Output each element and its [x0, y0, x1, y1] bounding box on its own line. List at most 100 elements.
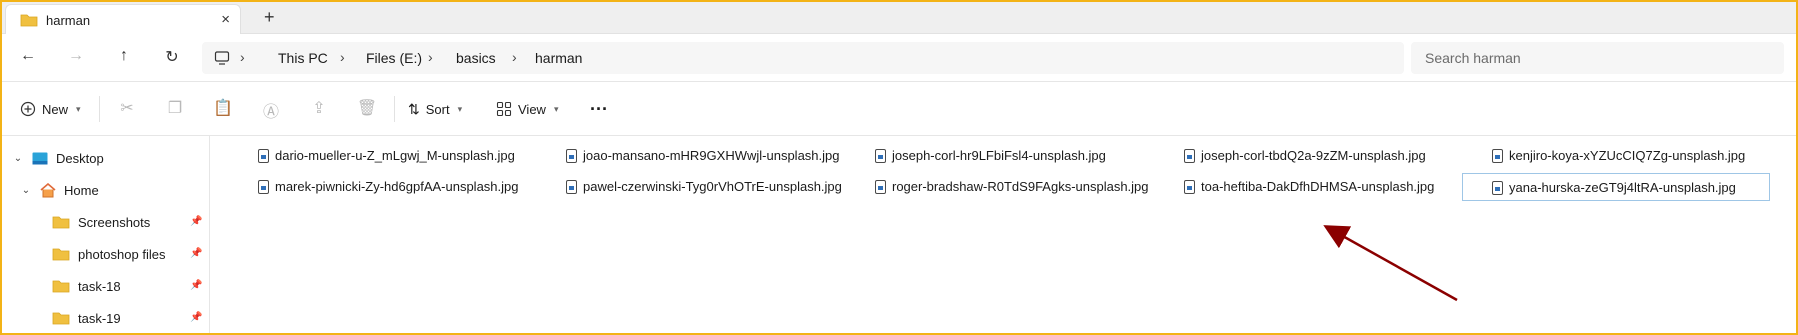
folder-icon: [52, 248, 70, 261]
address-bar[interactable]: › This PC › Files (E:) › basics › harman: [202, 42, 1404, 74]
back-button[interactable]: ←: [17, 47, 39, 69]
file-name: kenjiro-koya-xYZUcCIQ7Zg-unsplash.jpg: [1509, 148, 1746, 163]
sidebar-item-desktop[interactable]: ⌄ Desktop: [12, 146, 104, 170]
folder-icon: [52, 280, 70, 293]
sidebar-item-screenshots[interactable]: Screenshots: [52, 210, 150, 234]
file-name: pawel-czerwinski-Tyg0rVhOTrE-unsplash.jp…: [583, 179, 842, 194]
folder-icon: [20, 14, 38, 27]
breadcrumb-separator: ›: [240, 49, 245, 65]
tab-title: harman: [46, 13, 91, 28]
delete-icon[interactable]: 🗑: [356, 98, 378, 120]
breadcrumb-files-e[interactable]: Files (E:): [366, 50, 422, 66]
breadcrumb-harman[interactable]: harman: [535, 50, 582, 66]
file-item[interactable]: joseph-corl-tbdQ2a-9zZM-unsplash.jpg: [1137, 142, 1445, 170]
pin-icon: 📌: [190, 312, 203, 323]
image-file-icon: [566, 149, 577, 163]
file-item[interactable]: joseph-corl-hr9LFbiFsl4-unsplash.jpg: [828, 142, 1136, 170]
paste-icon[interactable]: 📋: [212, 98, 234, 120]
desktop-icon: [32, 152, 48, 164]
file-name: joseph-corl-hr9LFbiFsl4-unsplash.jpg: [892, 148, 1106, 163]
file-item[interactable]: dario-mueller-u-Z_mLgwj_M-unsplash.jpg: [211, 142, 519, 170]
file-name: joao-mansano-mHR9GXHWwjl-unsplash.jpg: [583, 148, 840, 163]
grid-view-icon: [496, 101, 512, 117]
chevron-down-icon[interactable]: ⌄: [20, 185, 32, 196]
sidebar-label-home: Home: [64, 182, 99, 198]
sidebar-item-task-18[interactable]: task-18: [52, 274, 121, 298]
image-file-icon: [566, 180, 577, 194]
share-icon[interactable]: ⇪: [308, 98, 330, 120]
pin-icon: 📌: [190, 280, 203, 291]
tab-harman[interactable]: harman ×: [5, 4, 241, 34]
new-tab-button[interactable]: +: [264, 7, 275, 28]
copy-icon[interactable]: ❐: [164, 98, 186, 120]
refresh-button[interactable]: ↻: [161, 47, 183, 69]
sidebar-label-desktop: Desktop: [56, 150, 104, 166]
sidebar-label: photoshop files: [78, 246, 166, 262]
image-file-icon: [258, 180, 269, 194]
home-icon: [40, 182, 56, 197]
breadcrumb-this-pc[interactable]: This PC: [278, 50, 328, 66]
divider: [394, 96, 395, 122]
image-file-icon: [258, 149, 269, 163]
file-item[interactable]: toa-heftiba-DakDfhDHMSA-unsplash.jpg: [1137, 173, 1445, 201]
rename-icon[interactable]: Ⓐ: [260, 98, 282, 121]
file-item[interactable]: marek-piwnicki-Zy-hd6gpfAA-unsplash.jpg: [211, 173, 519, 201]
search-box[interactable]: Search harman: [1411, 42, 1784, 74]
image-file-icon: [1492, 149, 1503, 163]
image-file-icon: [875, 180, 886, 194]
file-name: marek-piwnicki-Zy-hd6gpfAA-unsplash.jpg: [275, 179, 519, 194]
file-name: dario-mueller-u-Z_mLgwj_M-unsplash.jpg: [275, 148, 515, 163]
image-file-icon: [875, 149, 886, 163]
monitor-icon: [214, 51, 230, 65]
file-name: roger-bradshaw-R0TdS9FAgks-unsplash.jpg: [892, 179, 1149, 194]
sidebar-item-home[interactable]: ⌄ Home: [20, 178, 99, 202]
file-item[interactable]: pawel-czerwinski-Tyg0rVhOTrE-unsplash.jp…: [519, 173, 842, 201]
sidebar-label: Screenshots: [78, 214, 151, 230]
file-name: yana-hurska-zeGT9j4ltRA-unsplash.jpg: [1509, 180, 1736, 195]
file-item[interactable]: joao-mansano-mHR9GXHWwjl-unsplash.jpg: [519, 142, 839, 170]
image-file-icon: [1184, 149, 1195, 163]
new-button[interactable]: New ▾: [20, 98, 81, 120]
divider: [99, 96, 100, 122]
file-explorer-window: harman × + ← → ↑ ↻ › This PC › Files (E:…: [2, 2, 1796, 333]
image-file-icon: [1492, 181, 1503, 195]
file-item[interactable]: kenjiro-koya-xYZUcCIQ7Zg-unsplash.jpg: [1445, 142, 1753, 170]
command-bar: New ▾ ✂ ❐ 📋 Ⓐ ⇪ 🗑 ⇅ Sort ▾ View ▾ ···: [2, 82, 1796, 136]
up-button[interactable]: ↑: [113, 47, 135, 69]
sort-label: Sort: [425, 101, 450, 117]
file-list: dario-mueller-u-Z_mLgwj_M-unsplash.jpg j…: [211, 136, 1796, 333]
breadcrumb-separator: ›: [512, 49, 517, 65]
file-name: joseph-corl-tbdQ2a-9zZM-unsplash.jpg: [1201, 148, 1426, 163]
plus-circle-icon: [20, 101, 36, 117]
navigation-pane: ⌄ Desktop ⌄ Home Screenshots 📌 photoshop…: [2, 136, 210, 333]
sidebar-item-task-19[interactable]: task-19: [52, 306, 121, 330]
pin-icon: 📌: [190, 216, 203, 227]
breadcrumb-separator: ›: [340, 49, 345, 65]
chevron-down-icon: ▾: [76, 103, 81, 114]
breadcrumb-separator: ›: [428, 49, 433, 65]
more-options-button[interactable]: ···: [590, 98, 608, 120]
chevron-down-icon[interactable]: ⌄: [12, 153, 24, 164]
sidebar-label: task-18: [78, 278, 121, 294]
file-item[interactable]: roger-bradshaw-R0TdS9FAgks-unsplash.jpg: [828, 173, 1149, 201]
file-item-selected[interactable]: yana-hurska-zeGT9j4ltRA-unsplash.jpg: [1462, 173, 1770, 201]
breadcrumb-basics[interactable]: basics: [456, 50, 496, 66]
navigation-bar: ← → ↑ ↻ › This PC › Files (E:) › basics …: [2, 34, 1796, 82]
sidebar-item-photoshop-files[interactable]: photoshop files: [52, 242, 165, 266]
chevron-down-icon: ▾: [457, 103, 463, 114]
cut-icon[interactable]: ✂: [116, 98, 138, 120]
sort-button[interactable]: ⇅ Sort ▾: [408, 98, 462, 120]
image-file-icon: [1184, 180, 1195, 194]
sort-icon: ⇅: [408, 100, 420, 117]
folder-icon: [52, 216, 70, 229]
new-label: New: [42, 101, 69, 117]
view-button[interactable]: View ▾: [496, 98, 558, 120]
sidebar-label: task-19: [78, 310, 121, 326]
view-label: View: [518, 101, 546, 117]
title-bar: harman × +: [2, 2, 1796, 34]
folder-icon: [52, 312, 70, 325]
chevron-down-icon: ▾: [553, 103, 559, 114]
close-tab-icon[interactable]: ×: [221, 11, 230, 28]
forward-button[interactable]: →: [65, 47, 87, 69]
pin-icon: 📌: [190, 248, 203, 259]
